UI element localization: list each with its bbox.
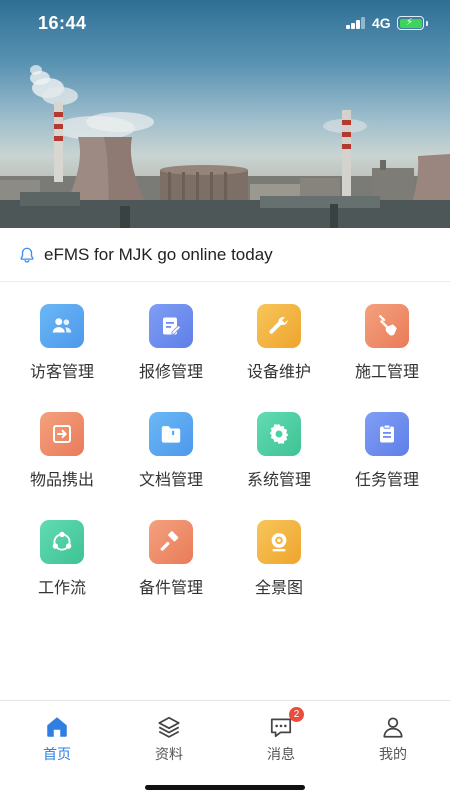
module-label: 施工管理: [354, 364, 419, 381]
clipboard-icon: [365, 412, 409, 456]
wrench-icon: [257, 304, 301, 348]
bell-icon: [20, 247, 34, 263]
module-system-management[interactable]: 系统管理: [225, 390, 333, 498]
module-task-management[interactable]: 任务管理: [333, 390, 441, 498]
shovel-icon: [365, 304, 409, 348]
hero-banner: 16:44 4G ⚡: [0, 0, 450, 228]
module-panorama[interactable]: 全景图: [225, 498, 333, 606]
module-repair-management[interactable]: 报修管理: [117, 282, 225, 390]
repair-form-icon: [149, 304, 193, 348]
tab-label: 首页: [43, 746, 71, 762]
module-visitor-management[interactable]: 访客管理: [8, 282, 116, 390]
tab-label: 我的: [379, 746, 407, 762]
panorama-camera-icon: [257, 520, 301, 564]
status-bar: 16:44 4G ⚡: [0, 0, 450, 48]
tab-label: 资料: [155, 746, 183, 762]
module-label: 系统管理: [246, 472, 311, 489]
announcement-text: eFMS for MJK go online today: [44, 244, 273, 264]
module-workflow[interactable]: 工作流: [8, 498, 116, 606]
app-screen: 16:44 4G ⚡ eFMS for MJK go online today: [0, 0, 450, 800]
module-label: 备件管理: [138, 580, 203, 597]
tab-mine[interactable]: 我的: [337, 701, 449, 771]
workflow-icon: [40, 520, 84, 564]
user-icon: [380, 714, 406, 740]
export-icon: [40, 412, 84, 456]
unread-badge: 2: [289, 707, 304, 722]
module-label: 报修管理: [138, 364, 203, 381]
module-label: 工作流: [37, 580, 86, 597]
announcement-bar[interactable]: eFMS for MJK go online today: [0, 228, 450, 282]
tab-home[interactable]: 首页: [1, 701, 113, 771]
home-icon: [44, 714, 70, 740]
tab-messages[interactable]: 2 消息: [225, 701, 337, 771]
status-time: 16:44: [38, 13, 87, 33]
module-document-management[interactable]: 文档管理: [117, 390, 225, 498]
hammer-icon: [149, 520, 193, 564]
module-label: 全景图: [254, 580, 303, 597]
module-label: 文档管理: [138, 472, 203, 489]
gear-icon: [257, 412, 301, 456]
folder-icon: [149, 412, 193, 456]
message-icon: 2: [268, 707, 304, 740]
battery-icon: ⚡: [397, 16, 428, 30]
tab-materials[interactable]: 资料: [113, 701, 225, 771]
module-equipment-maintenance[interactable]: 设备维护: [225, 282, 333, 390]
module-construction-management[interactable]: 施工管理: [333, 282, 441, 390]
tab-label: 消息: [267, 746, 295, 762]
module-spare-parts-management[interactable]: 备件管理: [117, 498, 225, 606]
module-label: 物品携出: [29, 472, 94, 489]
module-item-checkout[interactable]: 物品携出: [8, 390, 116, 498]
home-indicator: [145, 785, 305, 790]
layers-icon: [156, 714, 182, 740]
module-label: 任务管理: [354, 472, 419, 489]
module-label: 设备维护: [246, 364, 311, 381]
module-label: 访客管理: [29, 364, 94, 381]
visitors-icon: [40, 304, 84, 348]
network-type: 4G: [372, 15, 391, 31]
signal-strength-icon: [346, 17, 366, 29]
